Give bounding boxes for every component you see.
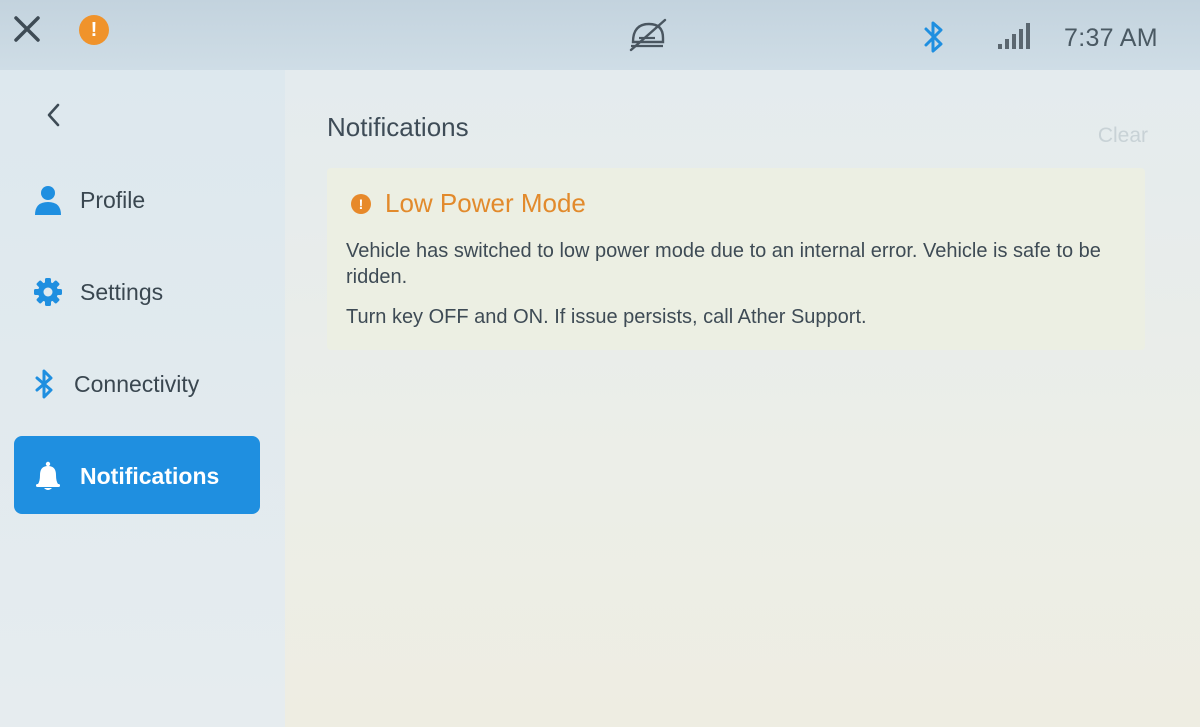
clear-button[interactable]: Clear: [1098, 124, 1148, 148]
alert-icon[interactable]: !: [79, 15, 109, 45]
notification-body: Vehicle has switched to low power mode d…: [346, 240, 1101, 288]
sidebar-item-connectivity[interactable]: Connectivity: [14, 344, 260, 422]
sidebar-item-label: Notifications: [80, 463, 220, 489]
sidebar-item-settings[interactable]: Settings: [14, 252, 260, 330]
sidebar-item-label: Profile: [80, 187, 146, 213]
warning-icon: !: [351, 194, 371, 214]
signal-strength-icon: [996, 22, 1030, 50]
chevron-left-icon[interactable]: [38, 98, 72, 132]
bluetooth-icon: [922, 20, 946, 54]
notification-action: Turn key OFF and ON. If issue persists, …: [346, 306, 867, 328]
gear-icon: [32, 276, 64, 308]
page-title: Notifications: [327, 112, 469, 142]
clock: 7:37 AM: [1064, 24, 1158, 52]
bluetooth-icon: [28, 368, 60, 400]
sidebar-item-notifications[interactable]: Notifications: [14, 436, 260, 514]
status-bar: ! 7:37 AM: [0, 0, 1200, 70]
notifications-screen: ! 7:37 AM Profile Settings Connectivity …: [0, 0, 1200, 727]
close-icon[interactable]: [10, 12, 44, 46]
sidebar-item-label: Settings: [80, 279, 164, 305]
notifications-panel: Notifications Clear ! Low Power Mode Veh…: [285, 70, 1200, 727]
sidebar: Profile Settings Connectivity Notificati…: [0, 70, 285, 727]
sidebar-item-profile[interactable]: Profile: [14, 160, 260, 238]
sidebar-item-label: Connectivity: [74, 371, 200, 397]
helmet-off-icon: [625, 16, 669, 52]
notification-card[interactable]: ! Low Power Mode Vehicle has switched to…: [327, 168, 1145, 350]
notification-title: Low Power Mode: [385, 188, 586, 218]
bell-icon: [32, 460, 64, 492]
person-icon: [32, 184, 64, 216]
